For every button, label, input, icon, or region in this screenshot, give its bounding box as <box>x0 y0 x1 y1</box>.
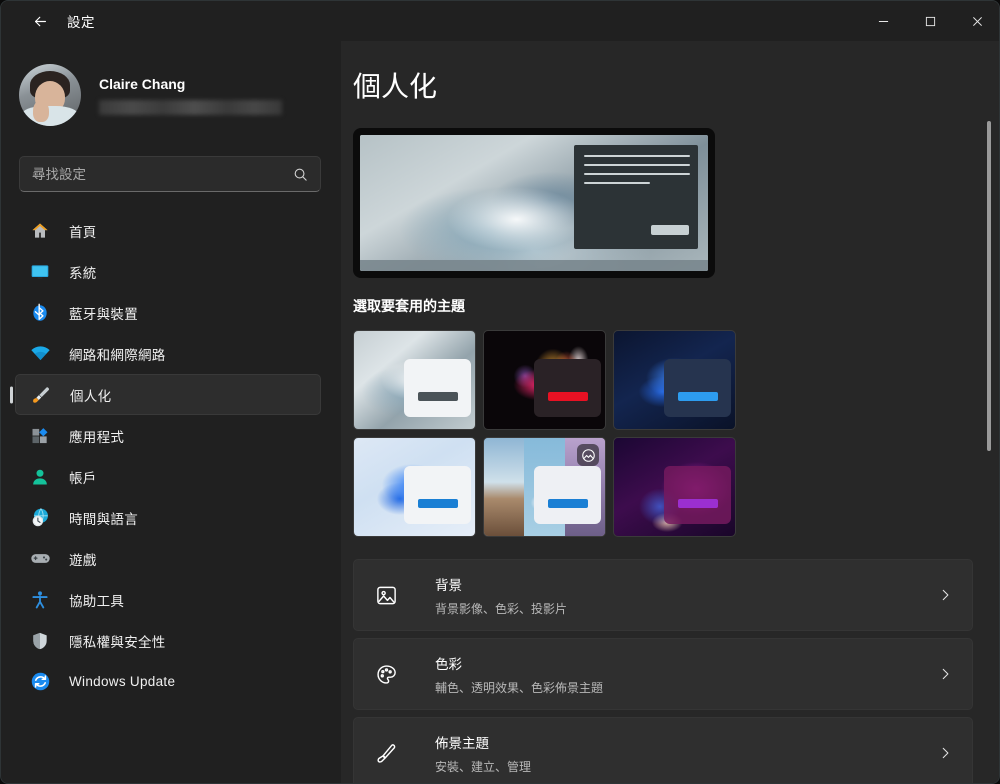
avatar <box>19 64 81 126</box>
palette-icon <box>375 663 405 686</box>
account-icon <box>29 466 51 488</box>
vertical-scrollbar[interactable] <box>983 41 995 783</box>
preview-taskbar <box>360 260 708 271</box>
sidebar-item-label: 系統 <box>69 265 97 281</box>
settings-item-subtitle: 安裝、建立、管理 <box>435 759 532 774</box>
pictures-icon <box>577 444 599 466</box>
close-button[interactable] <box>954 1 999 41</box>
theme-option-5[interactable] <box>483 437 606 537</box>
sidebar-item-label: 隱私權與安全性 <box>69 634 166 650</box>
sidebar-item-label: 藍牙與裝置 <box>69 306 138 322</box>
settings-item-themes[interactable]: 佈景主題 安裝、建立、管理 <box>353 717 973 783</box>
sidebar-item-label: 應用程式 <box>69 429 125 445</box>
chevron-right-icon <box>938 588 952 602</box>
theme-grid <box>353 330 738 537</box>
maximize-icon <box>925 16 936 26</box>
search-input[interactable] <box>20 166 293 182</box>
home-icon <box>29 220 51 242</box>
theme-option-3[interactable] <box>613 330 736 430</box>
settings-item-title: 背景 <box>435 577 462 593</box>
brush-icon <box>375 742 405 765</box>
sidebar-item-network[interactable]: 網路和網際網路 <box>15 333 321 374</box>
wifi-icon <box>29 343 51 365</box>
sidebar-item-label: 帳戶 <box>69 470 97 486</box>
image-icon <box>375 584 405 607</box>
settings-item-title: 佈景主題 <box>435 735 489 751</box>
search-box[interactable] <box>19 156 321 192</box>
search-icon[interactable] <box>293 167 308 182</box>
sidebar-item-windows-update[interactable]: Windows Update <box>15 661 321 702</box>
settings-item-subtitle: 輔色、透明效果、色彩佈景主題 <box>435 680 604 695</box>
main-content: 個人化 選取要套用的主題 背景 背景影像、色彩、投影片 色彩 輔色、透明效果、色… <box>341 41 999 783</box>
accessibility-icon <box>29 589 51 611</box>
sidebar-item-label: Windows Update <box>69 674 176 689</box>
sidebar-item-gaming[interactable]: 遊戲 <box>15 538 321 579</box>
profile-name: Claire Chang <box>99 75 186 92</box>
sidebar-item-privacy-security[interactable]: 隱私權與安全性 <box>15 620 321 661</box>
sidebar-item-accessibility[interactable]: 協助工具 <box>15 579 321 620</box>
update-icon <box>29 671 51 693</box>
back-button[interactable] <box>23 6 57 36</box>
sidebar-item-label: 網路和網際網路 <box>69 347 166 363</box>
app-title: 設定 <box>67 15 95 30</box>
sidebar-item-accounts[interactable]: 帳戶 <box>15 456 321 497</box>
arrow-left-icon <box>34 16 46 26</box>
minimize-button[interactable] <box>860 1 907 41</box>
gamepad-icon <box>29 548 51 570</box>
window-controls <box>860 1 999 41</box>
sidebar-item-home[interactable]: 首頁 <box>15 210 321 251</box>
sidebar: Claire Chang 首頁 <box>1 41 341 783</box>
themes-section-title: 選取要套用的主題 <box>353 298 465 314</box>
preview-window-button <box>651 225 689 235</box>
sidebar-item-time-language[interactable]: 時間與語言 <box>15 497 321 538</box>
sidebar-item-label: 首頁 <box>69 224 97 240</box>
sidebar-item-system[interactable]: 系統 <box>15 251 321 292</box>
preview-window <box>574 145 698 249</box>
shield-icon <box>29 630 51 652</box>
sidebar-item-bluetooth[interactable]: 藍牙與裝置 <box>15 292 321 333</box>
sidebar-nav: 首頁 系統 藍牙與裝置 網路和網際網路 個人化 應用程式 帳戶 時間與語言 遊戲… <box>1 210 341 702</box>
sidebar-item-label: 協助工具 <box>69 593 125 609</box>
settings-item-colors[interactable]: 色彩 輔色、透明效果、色彩佈景主題 <box>353 638 973 710</box>
user-profile[interactable]: Claire Chang <box>19 56 341 134</box>
scrollbar-thumb[interactable] <box>987 121 991 451</box>
chevron-right-icon <box>938 667 952 681</box>
theme-option-2[interactable] <box>483 330 606 430</box>
profile-email-redacted <box>99 99 282 115</box>
settings-item-title: 色彩 <box>435 656 462 672</box>
apps-icon <box>29 425 51 447</box>
page-title: 個人化 <box>353 71 438 102</box>
settings-window: 設定 Claire Chang 尋找設定 首頁 系統 藍牙與裝置 網路和網際網路… <box>0 0 1000 784</box>
clock-globe-icon <box>29 507 51 529</box>
sidebar-item-apps[interactable]: 應用程式 <box>15 415 321 456</box>
settings-list: 背景 背景影像、色彩、投影片 色彩 輔色、透明效果、色彩佈景主題 佈景主題 安裝… <box>353 559 973 783</box>
paintbrush-icon <box>30 384 52 406</box>
title-bar: 設定 <box>1 1 999 41</box>
theme-option-1[interactable] <box>353 330 476 430</box>
theme-option-6[interactable] <box>613 437 736 537</box>
sidebar-item-label: 遊戲 <box>69 552 97 568</box>
settings-item-subtitle: 背景影像、色彩、投影片 <box>435 601 568 616</box>
settings-item-background[interactable]: 背景 背景影像、色彩、投影片 <box>353 559 973 631</box>
maximize-button[interactable] <box>907 1 954 41</box>
monitor-icon <box>29 261 51 283</box>
theme-option-4[interactable] <box>353 437 476 537</box>
sidebar-item-label: 個人化 <box>70 388 112 404</box>
bluetooth-icon <box>29 302 51 324</box>
monitor-mockup <box>360 135 708 271</box>
close-icon <box>973 16 982 26</box>
chevron-right-icon <box>938 746 952 760</box>
desktop-preview <box>353 128 715 278</box>
sidebar-item-personalization[interactable]: 個人化 <box>15 374 321 415</box>
minimize-icon <box>878 20 889 22</box>
sidebar-item-label: 時間與語言 <box>69 511 138 527</box>
